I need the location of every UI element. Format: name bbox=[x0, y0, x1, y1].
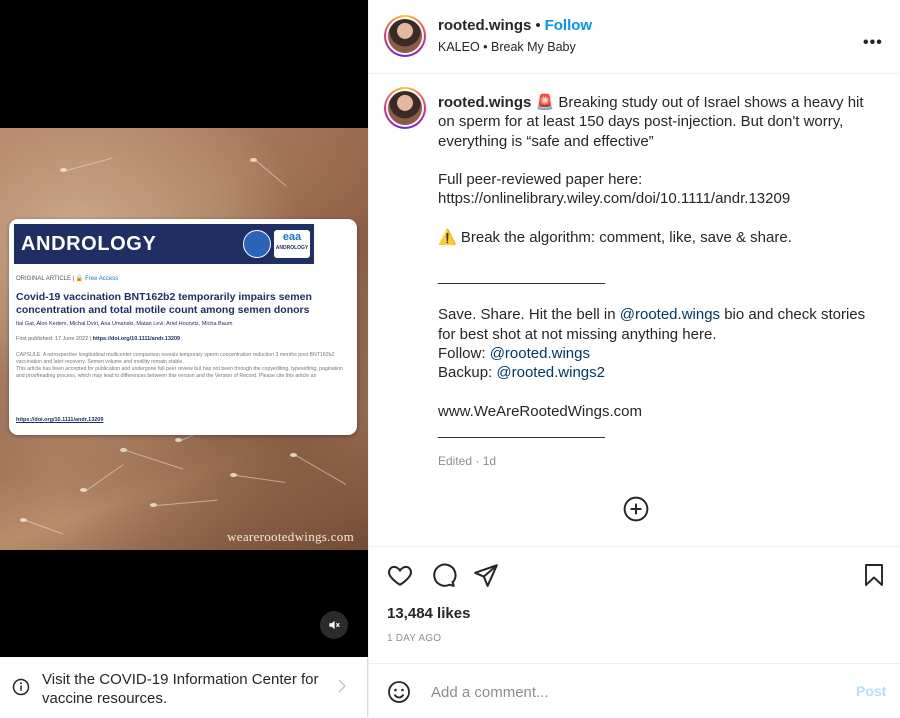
media-panel: ANDROLOGY eaa ANDROLOGY ORIGINAL ARTICLE… bbox=[0, 0, 368, 717]
caption-avatar[interactable] bbox=[384, 87, 426, 129]
chevron-right-icon bbox=[338, 679, 347, 693]
header-avatar[interactable] bbox=[384, 15, 426, 57]
action-bar: 13,484 likes 1 DAY AGO bbox=[369, 546, 900, 664]
header-user-row: rooted.wings • Follow bbox=[438, 17, 593, 34]
edited-timestamp: Edited · 1d bbox=[438, 454, 497, 468]
paper-url: https://onlinelibrary.wiley.com/doi/10.1… bbox=[438, 190, 791, 208]
warning-icon: ⚠️ bbox=[438, 229, 457, 247]
caption: rooted.wings 🚨 Breaking study out of Isr… bbox=[438, 94, 870, 440]
article-authors: Itai Gat, Alon Kedem, Michal Dviri, Ana … bbox=[16, 321, 233, 327]
mention-link[interactable]: @rooted.wings bbox=[490, 345, 590, 362]
audio-track[interactable]: KALEO • Break My Baby bbox=[438, 40, 576, 54]
article-type: ORIGINAL ARTICLE | 🔓 Free Access bbox=[16, 276, 119, 282]
caption-username[interactable]: rooted.wings bbox=[438, 94, 531, 111]
comment-icon[interactable] bbox=[431, 562, 457, 588]
site-text: www.WeAreRootedWings.com bbox=[438, 402, 642, 420]
load-more-comments-button[interactable] bbox=[623, 496, 649, 527]
mute-icon bbox=[329, 620, 340, 630]
post-comment-button[interactable]: Post bbox=[856, 683, 886, 699]
info-icon bbox=[12, 678, 30, 696]
follow-button[interactable]: Follow bbox=[545, 17, 593, 34]
bookmark-icon[interactable] bbox=[862, 562, 886, 588]
eaa-logo: eaa ANDROLOGY bbox=[274, 230, 310, 258]
covid-banner-text: Visit the COVID-19 Information Center fo… bbox=[42, 671, 319, 707]
header-username[interactable]: rooted.wings bbox=[438, 17, 531, 34]
divider-text: ____________________ bbox=[438, 267, 605, 285]
mention-link[interactable]: @rooted.wings bbox=[620, 306, 720, 323]
post-photo: ANDROLOGY eaa ANDROLOGY ORIGINAL ARTICLE… bbox=[0, 128, 368, 550]
journal-header: ANDROLOGY eaa ANDROLOGY bbox=[14, 224, 352, 264]
algorithm-text: Break the algorithm: comment, like, save… bbox=[456, 229, 792, 247]
more-options-button[interactable]: ••• bbox=[863, 34, 883, 52]
covid-info-banner[interactable]: Visit the COVID-19 Information Center fo… bbox=[0, 657, 368, 717]
plus-circle-icon bbox=[623, 496, 649, 522]
comment-bar: Post bbox=[369, 663, 900, 718]
like-count[interactable]: 13,484 likes bbox=[387, 605, 470, 622]
divider-text: ____________________ bbox=[438, 422, 605, 440]
article-doi-link: https://doi.org/10.1111/andr.13209 bbox=[16, 417, 104, 423]
journal-name: ANDROLOGY bbox=[14, 224, 236, 264]
siren-icon: 🚨 bbox=[535, 94, 555, 111]
mention-link[interactable]: @rooted.wings2 bbox=[496, 364, 605, 381]
post-media[interactable]: ANDROLOGY eaa ANDROLOGY ORIGINAL ARTICLE… bbox=[0, 0, 368, 657]
more-icon: ••• bbox=[863, 34, 883, 51]
society-logo bbox=[243, 230, 271, 258]
article-card: ANDROLOGY eaa ANDROLOGY ORIGINAL ARTICLE… bbox=[9, 219, 357, 435]
share-icon[interactable] bbox=[473, 562, 499, 588]
watermark: wearerootedwings.com bbox=[227, 529, 354, 544]
comment-input[interactable] bbox=[429, 680, 833, 704]
article-published: First published: 17 June 2022 | https://… bbox=[16, 336, 181, 342]
journal-logos: eaa ANDROLOGY bbox=[236, 224, 314, 264]
post-header: rooted.wings • Follow KALEO • Break My Bab… bbox=[369, 0, 900, 74]
post-time: 1 DAY AGO bbox=[387, 633, 442, 644]
emoji-icon[interactable] bbox=[387, 680, 411, 704]
article-title: Covid-19 vaccination BNT162b2 temporaril… bbox=[16, 291, 312, 316]
heart-icon[interactable] bbox=[387, 562, 413, 588]
post-sidebar: rooted.wings • Follow KALEO • Break My Bab… bbox=[368, 0, 900, 717]
mute-button[interactable] bbox=[320, 611, 348, 639]
paper-label: Full peer-reviewed paper here: bbox=[438, 171, 643, 189]
article-abstract: CAPSULE: A retrospective longitudinal mu… bbox=[16, 352, 344, 379]
